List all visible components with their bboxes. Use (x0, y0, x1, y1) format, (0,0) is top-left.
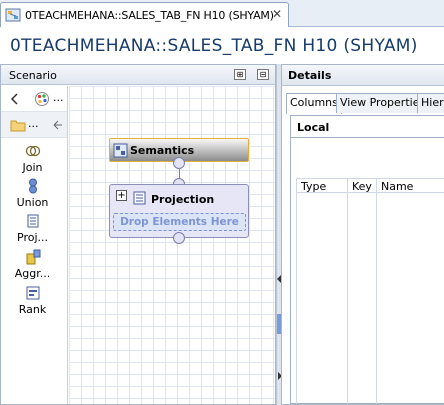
scenario-panel: Scenario ⊞ ⊟ ... ... Join Union Proj... … (0, 64, 276, 405)
palette: ... ... Join Union Proj... Aggr... Rank (1, 86, 68, 404)
projection-node-icon (133, 191, 146, 205)
semantics-output-port[interactable] (173, 157, 185, 169)
folder-icon (10, 120, 26, 132)
local-section-header: Local (291, 116, 444, 138)
details-title: Details (288, 69, 332, 82)
palette-item-label: Aggr... (14, 267, 51, 280)
details-panel: Details Columns View Properties Hiera Lo… (281, 64, 444, 405)
tab-columns[interactable]: Columns (286, 93, 342, 114)
collapse-all-button[interactable]: ⊟ (257, 69, 269, 80)
close-icon[interactable]: ✕ (272, 8, 282, 20)
palette-overflow[interactable]: ... (53, 91, 64, 104)
column-header-key[interactable]: Key (348, 180, 372, 193)
palette-item-label: Rank (18, 303, 47, 316)
pin-icon[interactable] (53, 120, 63, 130)
editor-tab-strip: 0TEACHMEHANA::SALES_TAB_FN H10 (SHYAM) ✕ (0, 0, 444, 27)
palette-toolbar: ... (1, 86, 67, 112)
chevron-left-icon[interactable] (10, 93, 20, 105)
column-divider (376, 193, 377, 404)
tab-hierarchies[interactable]: Hiera (417, 93, 444, 113)
palette-item-union[interactable]: Union (1, 178, 64, 209)
rank-icon (26, 286, 39, 300)
page-title: 0TEACHMEHANA::SALES_TAB_FN H10 (SHYAM) (10, 36, 418, 56)
semantics-icon (113, 143, 128, 158)
palette-folder-row[interactable]: ... (1, 112, 67, 138)
columns-table[interactable]: Type Key Name (296, 178, 444, 404)
expand-node-button[interactable]: + (116, 190, 127, 201)
palette-item-label: Proj... (17, 231, 48, 244)
editor-tab[interactable]: 0TEACHMEHANA::SALES_TAB_FN H10 (SHYAM) ✕ (0, 2, 289, 27)
scenario-header: Scenario ⊞ ⊟ (1, 65, 275, 85)
scenario-title: Scenario (9, 69, 57, 82)
palette-item-label: Union (16, 196, 49, 209)
details-header: Details (282, 65, 444, 86)
column-header-name[interactable]: Name (377, 180, 413, 193)
join-icon (25, 145, 40, 157)
aggregation-icon (26, 249, 40, 265)
union-icon (28, 178, 37, 194)
local-section-title: Local (297, 121, 330, 134)
drop-elements-zone[interactable]: Drop Elements Here (113, 213, 246, 231)
columns-table-header: Type Key Name (297, 178, 444, 193)
palette-item-label: Join (22, 161, 43, 174)
projection-label: Projection (151, 193, 215, 206)
palette-item-join[interactable]: Join (1, 143, 64, 174)
palette-item-aggregation[interactable]: Aggr... (1, 249, 64, 280)
semantics-label: Semantics (130, 144, 195, 157)
projection-icon (27, 214, 38, 228)
projection-bottom-port[interactable] (173, 232, 185, 244)
scenario-canvas[interactable]: Semantics + Projection Drop Elements Her… (69, 86, 275, 404)
editor-tab-label: 0TEACHMEHANA::SALES_TAB_FN H10 (SHYAM) (25, 8, 274, 22)
details-tabbar: Columns View Properties Hiera (286, 93, 444, 114)
palette-folder-overflow: ... (28, 117, 39, 130)
palette-item-projection[interactable]: Proj... (1, 213, 64, 244)
expand-all-button[interactable]: ⊞ (234, 69, 246, 80)
projection-node[interactable]: + Projection Drop Elements Here (109, 184, 249, 238)
palette-icon[interactable] (34, 91, 50, 107)
calculation-view-icon (5, 8, 21, 22)
column-divider (347, 193, 348, 404)
tab-view-properties[interactable]: View Properties (336, 93, 430, 113)
column-header-type[interactable]: Type (297, 180, 326, 193)
palette-item-rank[interactable]: Rank (1, 285, 64, 316)
